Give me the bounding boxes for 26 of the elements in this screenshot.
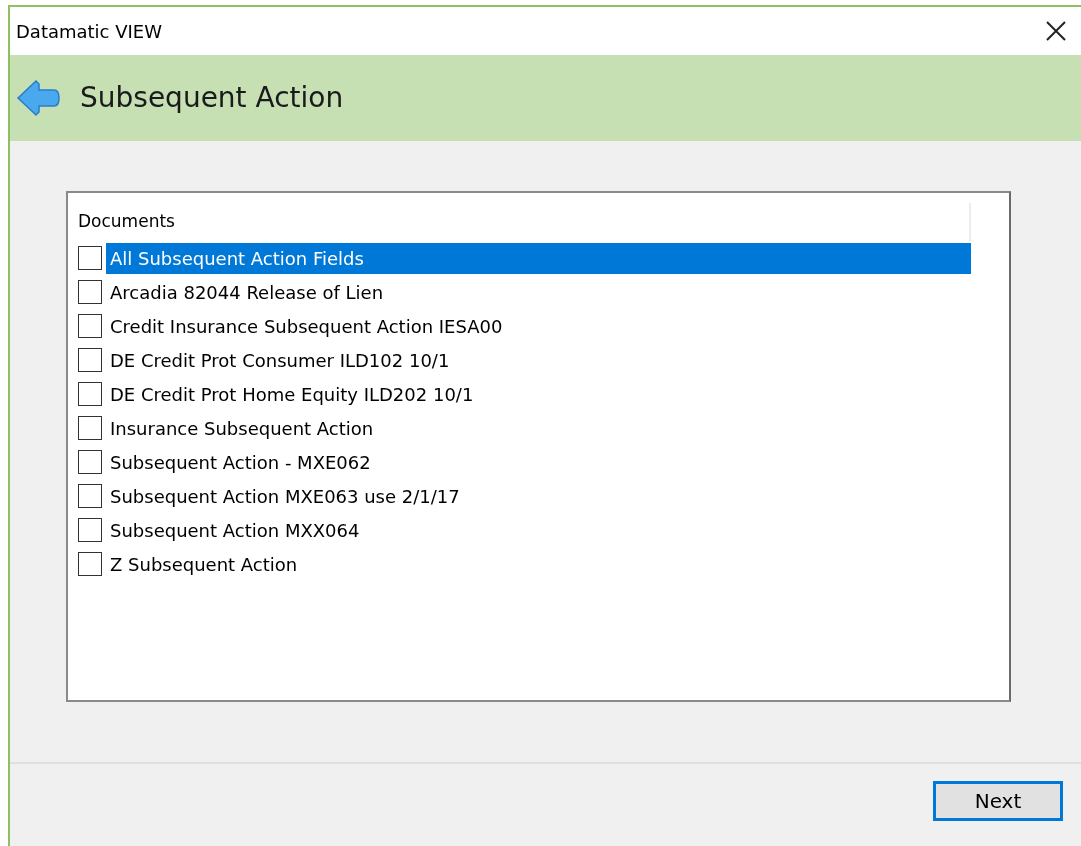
checkbox[interactable] — [78, 246, 102, 270]
column-header: Documents — [78, 210, 175, 234]
list-item[interactable]: Z Subsequent Action — [106, 548, 971, 580]
checkbox[interactable] — [78, 484, 102, 508]
window-title: Datamatic VIEW — [16, 19, 162, 44]
list-item[interactable]: Credit Insurance Subsequent Action IESA00 — [106, 310, 971, 342]
checkbox[interactable] — [78, 518, 102, 542]
checkbox[interactable] — [78, 314, 102, 338]
list-item[interactable]: Subsequent Action MXE063 use 2/1/17 — [106, 480, 971, 512]
list-item[interactable]: Subsequent Action MXX064 — [106, 514, 971, 546]
checkbox[interactable] — [78, 552, 102, 576]
list-item[interactable]: All Subsequent Action Fields — [106, 242, 971, 274]
list-item[interactable]: DE Credit Prot Home Equity ILD202 10/1 — [106, 378, 971, 410]
list-item[interactable]: Subsequent Action - MXE062 — [106, 446, 971, 478]
checkbox[interactable] — [78, 280, 102, 304]
checkbox[interactable] — [78, 416, 102, 440]
list-item[interactable]: Arcadia 82044 Release of Lien — [106, 276, 971, 308]
checkbox[interactable] — [78, 348, 102, 372]
back-arrow-icon[interactable] — [16, 78, 60, 118]
page-title: Subsequent Action — [80, 80, 344, 116]
next-button[interactable]: Next — [933, 781, 1063, 821]
list-item[interactable]: Insurance Subsequent Action — [106, 412, 971, 444]
list-item[interactable]: DE Credit Prot Consumer ILD102 10/1 — [106, 344, 971, 376]
close-icon — [1045, 20, 1067, 42]
checkbox[interactable] — [78, 450, 102, 474]
checkbox[interactable] — [78, 382, 102, 406]
